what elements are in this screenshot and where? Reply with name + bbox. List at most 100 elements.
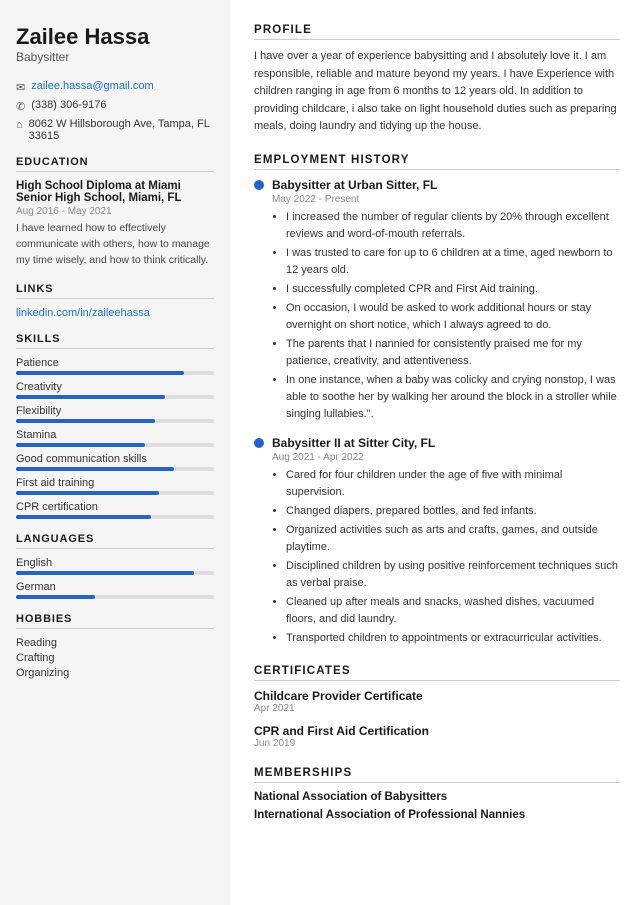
skill-label: First aid training xyxy=(16,477,214,489)
main-content: PROFILE I have over a year of experience… xyxy=(230,0,640,905)
phone-icon: ✆ xyxy=(16,100,25,113)
skill-bar-fill xyxy=(16,395,165,399)
skills-title: SKILLS xyxy=(16,333,214,349)
skill-bar-bg xyxy=(16,395,214,399)
edu-dates: Aug 2016 - May 2021 xyxy=(16,206,214,217)
hobby-item: Crafting xyxy=(16,652,214,664)
cert-name: CPR and First Aid Certification xyxy=(254,724,620,738)
linkedin-link[interactable]: linkedin.com/in/zaileehassa xyxy=(16,307,214,319)
resume-page: Zailee Hassa Babysitter ✉ zailee.hassa@g… xyxy=(0,0,640,905)
address-value: 8062 W Hillsborough Ave, Tampa, FL 33615 xyxy=(29,118,214,142)
skill-label: Flexibility xyxy=(16,405,214,417)
job-bullet: Transported children to appointments or … xyxy=(286,630,620,647)
membership-item: International Association of Professiona… xyxy=(254,809,620,821)
languages-title: LANGUAGES xyxy=(16,533,214,549)
skill-item: CPR certification xyxy=(16,501,214,519)
sidebar-title: Babysitter xyxy=(16,50,214,64)
skill-bar-fill xyxy=(16,371,184,375)
languages-section: LANGUAGES English German xyxy=(16,533,214,599)
skill-label: Patience xyxy=(16,357,214,369)
skill-item: First aid training xyxy=(16,477,214,495)
skill-bar-bg xyxy=(16,419,214,423)
edu-degree: High School Diploma at Miami Senior High… xyxy=(16,180,214,204)
contact-address: ⌂ 8062 W Hillsborough Ave, Tampa, FL 336… xyxy=(16,118,214,142)
job-bullet: The parents that I nannied for consisten… xyxy=(286,336,620,370)
skill-label: Creativity xyxy=(16,381,214,393)
skill-bar-fill xyxy=(16,515,151,519)
contact-section: ✉ zailee.hassa@gmail.com ✆ (338) 306-917… xyxy=(16,80,214,142)
job-header: Babysitter II at Sitter City, FL xyxy=(254,436,620,450)
hobby-item: Organizing xyxy=(16,667,214,679)
certificates-title: CERTIFICATES xyxy=(254,665,620,681)
cert-date: Jun 2019 xyxy=(254,738,620,749)
edu-desc: I have learned how to effectively commun… xyxy=(16,221,214,268)
contact-email: ✉ zailee.hassa@gmail.com xyxy=(16,80,214,94)
skill-bar-fill xyxy=(16,491,159,495)
job-dot xyxy=(254,180,264,190)
memberships-section: MEMBERSHIPS National Association of Baby… xyxy=(254,767,620,821)
employment-title: EMPLOYMENT HISTORY xyxy=(254,154,620,170)
job-bullet: In one instance, when a baby was colicky… xyxy=(286,372,620,423)
language-bar-bg xyxy=(16,595,214,599)
languages-list: English German xyxy=(16,557,214,599)
cert-name: Childcare Provider Certificate xyxy=(254,689,620,703)
job-bullet: Organized activities such as arts and cr… xyxy=(286,522,620,556)
job-bullet: Changed diapers, prepared bottles, and f… xyxy=(286,503,620,520)
skill-item: Flexibility xyxy=(16,405,214,423)
contact-phone: ✆ (338) 306-9176 xyxy=(16,99,214,113)
cert-block: CPR and First Aid Certification Jun 2019 xyxy=(254,724,620,749)
location-icon: ⌂ xyxy=(16,119,23,131)
profile-section: PROFILE I have over a year of experience… xyxy=(254,24,620,136)
profile-title: PROFILE xyxy=(254,24,620,40)
skill-label: Good communication skills xyxy=(16,453,214,465)
skill-bar-bg xyxy=(16,491,214,495)
skill-label: Stamina xyxy=(16,429,214,441)
job-block: Babysitter II at Sitter City, FL Aug 202… xyxy=(254,436,620,647)
education-section: EDUCATION High School Diploma at Miami S… xyxy=(16,156,214,268)
certs-list: Childcare Provider Certificate Apr 2021 … xyxy=(254,689,620,749)
email-link[interactable]: zailee.hassa@gmail.com xyxy=(31,80,153,92)
skill-bar-bg xyxy=(16,371,214,375)
skill-bar-fill xyxy=(16,419,155,423)
skill-item: Patience xyxy=(16,357,214,375)
hobby-item: Reading xyxy=(16,637,214,649)
hobbies-title: HOBBIES xyxy=(16,613,214,629)
skill-item: Good communication skills xyxy=(16,453,214,471)
language-label: German xyxy=(16,581,214,593)
cert-block: Childcare Provider Certificate Apr 2021 xyxy=(254,689,620,714)
job-bullet: On occasion, I would be asked to work ad… xyxy=(286,300,620,334)
skill-item: Stamina xyxy=(16,429,214,447)
jobs-list: Babysitter at Urban Sitter, FL May 2022 … xyxy=(254,178,620,647)
employment-section: EMPLOYMENT HISTORY Babysitter at Urban S… xyxy=(254,154,620,647)
job-title: Babysitter at Urban Sitter, FL xyxy=(272,178,437,192)
job-bullet: Disciplined children by using positive r… xyxy=(286,558,620,592)
job-header: Babysitter at Urban Sitter, FL xyxy=(254,178,620,192)
job-dot xyxy=(254,438,264,448)
sidebar: Zailee Hassa Babysitter ✉ zailee.hassa@g… xyxy=(0,0,230,905)
profile-text: I have over a year of experience babysit… xyxy=(254,48,620,136)
job-bullets: Cared for four children under the age of… xyxy=(278,467,620,647)
job-block: Babysitter at Urban Sitter, FL May 2022 … xyxy=(254,178,620,424)
job-bullet: I increased the number of regular client… xyxy=(286,209,620,243)
skill-label: CPR certification xyxy=(16,501,214,513)
job-title: Babysitter II at Sitter City, FL xyxy=(272,436,435,450)
job-bullet: I successfully completed CPR and First A… xyxy=(286,281,620,298)
job-dates: May 2022 - Present xyxy=(272,194,620,205)
job-dates: Aug 2021 - Apr 2022 xyxy=(272,452,620,463)
cert-date: Apr 2021 xyxy=(254,703,620,714)
skill-bar-bg xyxy=(16,515,214,519)
skill-bar-bg xyxy=(16,443,214,447)
language-item: English xyxy=(16,557,214,575)
job-bullet: Cared for four children under the age of… xyxy=(286,467,620,501)
language-item: German xyxy=(16,581,214,599)
job-bullets: I increased the number of regular client… xyxy=(278,209,620,424)
skill-bar-fill xyxy=(16,443,145,447)
hobbies-section: HOBBIES Reading Crafting Organizing xyxy=(16,613,214,679)
education-title: EDUCATION xyxy=(16,156,214,172)
skill-bar-fill xyxy=(16,467,174,471)
job-bullet: Cleaned up after meals and snacks, washe… xyxy=(286,594,620,628)
email-icon: ✉ xyxy=(16,81,25,94)
membership-item: National Association of Babysitters xyxy=(254,791,620,803)
memberships-list: National Association of Babysitters Inter… xyxy=(254,791,620,821)
language-bar-bg xyxy=(16,571,214,575)
